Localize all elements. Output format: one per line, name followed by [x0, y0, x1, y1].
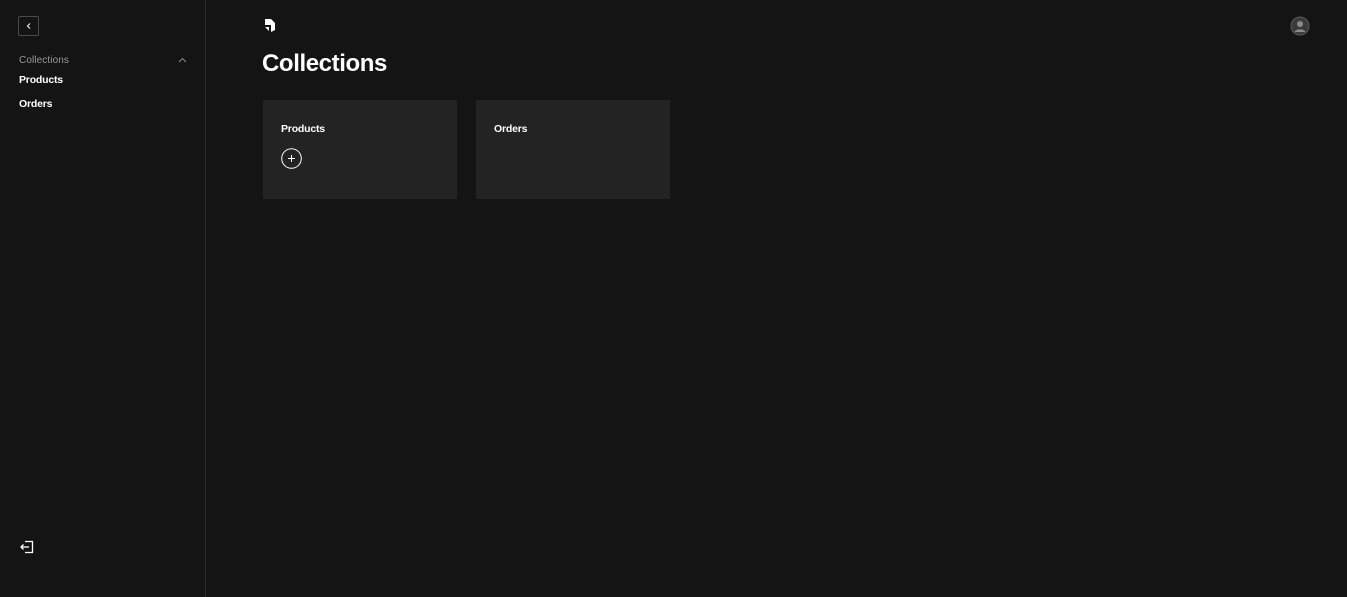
- chevron-left-icon: [25, 22, 33, 30]
- page-title: Collections: [262, 50, 387, 77]
- app-window: Collections Products Orders Collections …: [0, 0, 1347, 597]
- collection-card-products[interactable]: Products: [263, 100, 457, 199]
- card-title: Orders: [494, 123, 528, 135]
- sidebar-item-orders[interactable]: Orders: [19, 98, 52, 110]
- add-product-button[interactable]: [281, 148, 302, 169]
- main-content: Collections Products Orders: [207, 0, 1347, 597]
- collection-card-orders[interactable]: Orders: [476, 100, 670, 199]
- sidebar-item-products[interactable]: Products: [19, 74, 63, 86]
- logo-icon[interactable]: [263, 18, 277, 33]
- plus-circle-icon: [281, 148, 302, 169]
- collapse-sidebar-button[interactable]: [18, 16, 39, 36]
- sidebar: Collections Products Orders: [0, 0, 206, 597]
- collection-cards: Products Orders: [263, 100, 670, 199]
- user-avatar-icon: [1290, 16, 1310, 36]
- user-avatar-button[interactable]: [1290, 16, 1310, 36]
- nav-group-collections[interactable]: Collections: [19, 53, 187, 67]
- logout-button[interactable]: [20, 540, 34, 554]
- card-title: Products: [281, 123, 325, 135]
- logout-icon: [20, 540, 34, 554]
- nav-group-label: Collections: [19, 54, 70, 66]
- chevron-up-icon: [178, 57, 187, 63]
